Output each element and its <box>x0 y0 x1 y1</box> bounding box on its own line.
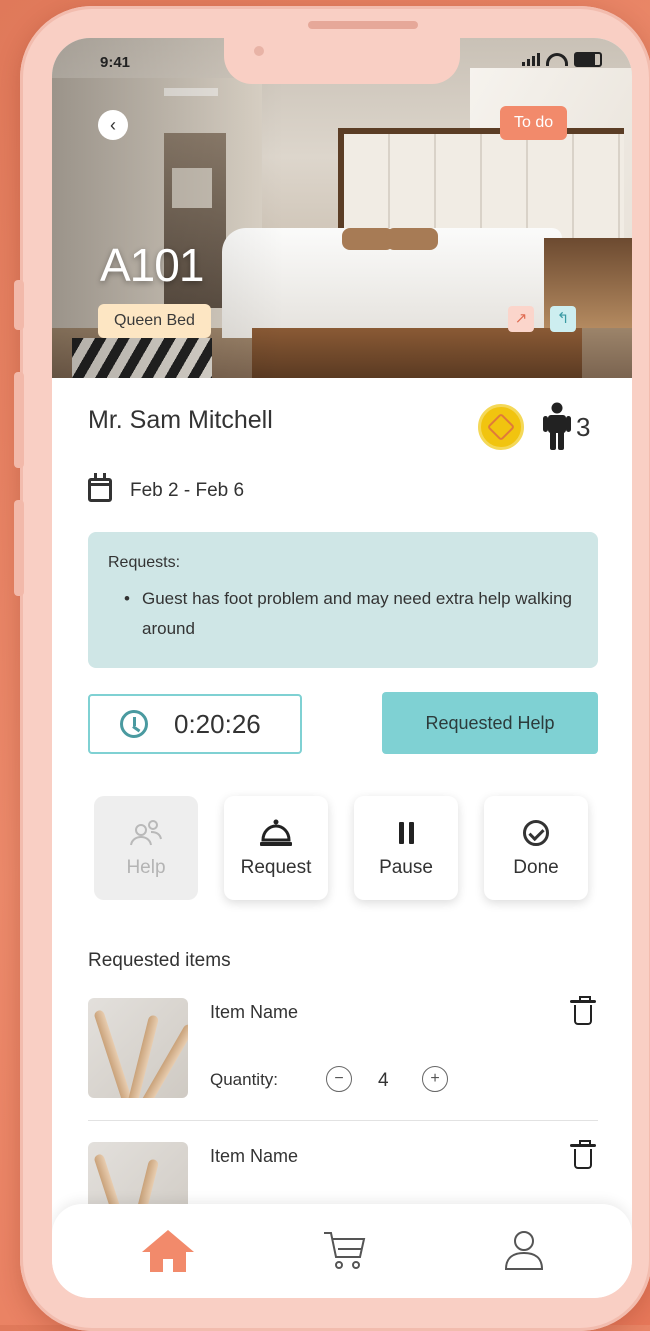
speaker-slot <box>308 21 418 29</box>
bottom-nav <box>52 1204 632 1298</box>
trash-icon[interactable] <box>570 996 596 1025</box>
person-icon <box>543 402 571 450</box>
list-item: Item Name Quantity: − 4 + <box>88 996 598 1108</box>
cart-icon <box>324 1232 366 1269</box>
stay-dates: Feb 2 - Feb 6 <box>130 480 245 501</box>
chevron-left-icon: ‹ <box>110 115 116 135</box>
guest-count: 3 <box>576 412 591 442</box>
bell-icon <box>258 817 294 849</box>
list-item: Item Name <box>88 1140 598 1242</box>
back-button[interactable]: ‹ <box>98 110 128 140</box>
camera <box>254 46 264 56</box>
profile-icon <box>504 1231 544 1270</box>
home-icon <box>142 1230 194 1272</box>
increase-quantity-button[interactable]: + <box>422 1066 448 1092</box>
request-item: Guest has foot problem and may need extr… <box>108 584 578 644</box>
done-action-label: Done <box>513 857 559 878</box>
people-icon <box>128 817 164 849</box>
clock-icon <box>120 710 148 738</box>
timer-value: 0:20:26 <box>174 708 261 739</box>
request-action-button[interactable]: Request <box>224 796 328 900</box>
status-icons <box>522 52 602 67</box>
done-action-button[interactable]: Done <box>484 796 588 900</box>
calendar-icon <box>88 473 112 502</box>
side-button <box>14 372 24 468</box>
request-action-label: Request <box>240 857 312 878</box>
help-action-label: Help <box>126 857 166 878</box>
guest-name: Mr. Sam Mitchell <box>88 406 273 434</box>
quantity-label: Quantity: <box>210 1070 279 1089</box>
wifi-icon <box>546 53 568 66</box>
divider <box>88 1120 598 1121</box>
arrow-up-right-icon[interactable]: ↗ <box>508 306 534 332</box>
room-number: A101 <box>100 239 204 291</box>
help-action-button[interactable]: Help <box>94 796 198 900</box>
requests-title: Requests: <box>108 554 181 571</box>
item-name: Item Name <box>210 1146 299 1166</box>
timer: 0:20:26 <box>88 694 302 754</box>
status-badge: To do <box>500 106 568 140</box>
notch <box>224 38 460 84</box>
pause-action-button[interactable]: Pause <box>354 796 458 900</box>
nav-cart[interactable] <box>314 1224 374 1276</box>
signal-icon <box>522 53 540 66</box>
arrow-up-left-icon[interactable]: ↰ <box>550 306 576 332</box>
side-button <box>14 500 24 596</box>
app-screen: 9:41 ‹ To do A101 Queen Bed ↗ ↰ Mr. Sam … <box>52 38 632 1298</box>
minus-icon: − <box>334 1070 344 1087</box>
nav-profile[interactable] <box>494 1224 554 1276</box>
quantity-value: 4 <box>378 1070 389 1091</box>
pause-icon <box>398 817 414 849</box>
requested-help-button[interactable]: Requested Help <box>382 692 598 754</box>
pause-action-label: Pause <box>379 857 433 878</box>
bed-type-badge: Queen Bed <box>98 304 211 338</box>
vip-diamond-icon <box>478 404 524 450</box>
item-name: Item Name <box>210 1002 299 1022</box>
check-circle-icon <box>523 817 549 849</box>
item-thumbnail <box>88 998 188 1098</box>
plus-icon: + <box>430 1070 440 1087</box>
decrease-quantity-button[interactable]: − <box>326 1066 352 1092</box>
trash-icon[interactable] <box>570 1140 596 1169</box>
nav-home[interactable] <box>138 1224 198 1276</box>
battery-icon <box>574 52 602 67</box>
status-time: 9:41 <box>100 54 131 71</box>
side-button <box>14 280 24 330</box>
requested-items-title: Requested items <box>88 950 231 971</box>
requests-box: Requests: Guest has foot problem and may… <box>88 532 598 668</box>
